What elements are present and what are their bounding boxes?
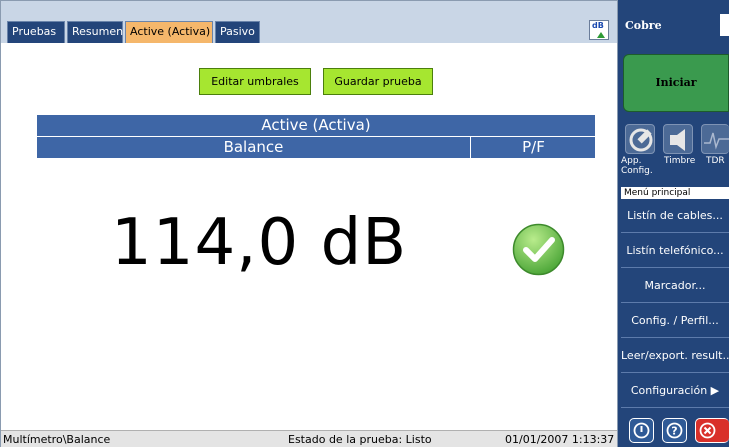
help-button[interactable]: ? (662, 418, 687, 443)
help-icon: ? (666, 422, 683, 439)
side-edge (720, 14, 729, 36)
tab-pruebas[interactable]: Pruebas (7, 21, 65, 43)
menu-configuration[interactable]: Configuración ▶ (621, 374, 729, 408)
column-pf: P/F (522, 138, 545, 156)
menu-read-export-results[interactable]: Leer/export. result... (621, 339, 729, 373)
table-title: Active (Activa) (37, 115, 595, 136)
menu-cable-list[interactable]: Listín de cables... (621, 199, 729, 233)
status-datetime: 01/01/2007 1:13:37 (505, 433, 615, 446)
power-button[interactable] (629, 418, 654, 443)
column-balance: Balance (37, 137, 471, 158)
main-menu-title: Menú principal (621, 187, 729, 199)
speaker-icon[interactable] (663, 124, 693, 154)
edit-thresholds-button[interactable]: Editar umbrales (199, 68, 311, 95)
tab-active-activa[interactable]: Active (Activa) (125, 21, 213, 43)
wrench-icon[interactable] (625, 124, 655, 154)
svg-text:?: ? (671, 425, 677, 438)
tdr-label: TDR (706, 156, 725, 166)
status-bar: Multímetro\Balance Estado de la prueba: … (1, 430, 617, 447)
pass-check-icon (512, 223, 565, 276)
side-panel: Cobre Iniciar App. Config. Timbre TDR Me… (618, 0, 729, 447)
start-button[interactable]: Iniciar (623, 54, 729, 112)
table-header: Balance P/F (37, 136, 595, 158)
tab-pasivo[interactable]: Pasivo (215, 21, 260, 43)
tab-bar: Pruebas Resumen Active (Activa) Pasivo d… (1, 1, 617, 43)
app-config-label: App. Config. (621, 156, 653, 176)
menu-phone-list[interactable]: Listín telefónico... (621, 234, 729, 268)
status-path: Multímetro\Balance (3, 433, 111, 446)
db-icon[interactable]: dB (589, 20, 609, 40)
timbre-label: Timbre (664, 156, 696, 166)
menu-dialer[interactable]: Marcador... (621, 269, 729, 303)
save-test-button[interactable]: Guardar prueba (323, 68, 433, 95)
side-title: Cobre (625, 19, 662, 32)
main-panel: Pruebas Resumen Active (Activa) Pasivo d… (0, 0, 618, 447)
power-icon (633, 422, 650, 439)
close-icon (699, 422, 716, 439)
db-icon-label: dB (592, 21, 604, 30)
status-state: Estado de la prueba: Listo (288, 433, 432, 446)
arrow-up-icon (597, 32, 605, 38)
balance-value: 114,0 dB (111, 206, 408, 280)
tab-resumen[interactable]: Resumen (67, 21, 123, 43)
waveform-icon[interactable] (701, 124, 729, 154)
close-button[interactable] (695, 418, 729, 443)
menu-config-profile[interactable]: Config. / Perfil... (621, 304, 729, 338)
